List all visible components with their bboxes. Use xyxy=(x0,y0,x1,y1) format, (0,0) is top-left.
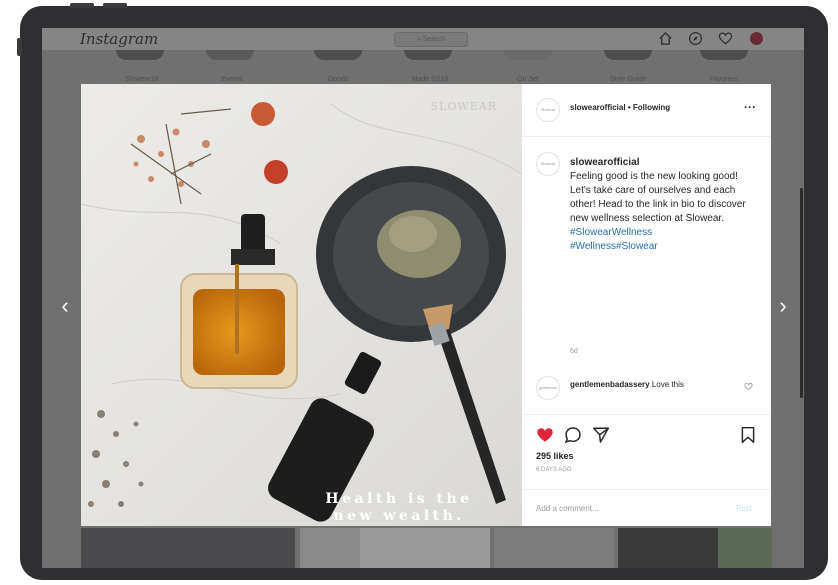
grid-thumbnail[interactable] xyxy=(718,528,772,568)
likes-count[interactable]: 295 likes xyxy=(536,451,574,461)
account-name[interactable]: slowearofficial xyxy=(570,103,626,112)
grid-thumbnail[interactable] xyxy=(618,528,718,568)
post-photo[interactable]: SLOWEAR Health is the new wealth. xyxy=(81,84,522,526)
caption-text: Feeling good is the new looking good! Le… xyxy=(570,171,746,224)
story-name: Made SS18 xyxy=(411,76,449,83)
post-actions: 295 likes 6 DAYS AGO xyxy=(522,414,771,485)
send-icon[interactable] xyxy=(592,426,610,444)
hashtag-link[interactable]: #SlowearWellness xyxy=(570,226,756,240)
post-caption: slowearofficial Feeling good is the new … xyxy=(570,156,756,254)
following-label[interactable]: Following xyxy=(633,103,670,112)
caption-username[interactable]: slowearofficial xyxy=(570,156,756,170)
photo-text-line-1: Health is the xyxy=(325,491,472,507)
story-name: Events xyxy=(221,76,243,83)
story-avatar[interactable] xyxy=(116,50,164,60)
comment-username[interactable]: gentlemenbadassery xyxy=(570,380,650,389)
story-avatar[interactable] xyxy=(404,50,452,60)
caption-avatar[interactable]: Slowear xyxy=(536,152,560,176)
tablet-side-button xyxy=(17,38,22,56)
separator-dot: • xyxy=(627,103,631,112)
account-avatar[interactable]: Slowear xyxy=(536,98,560,122)
compass-icon[interactable] xyxy=(688,31,703,46)
story-avatar[interactable] xyxy=(700,50,748,60)
search-placeholder: Search xyxy=(422,36,446,43)
chevron-left-icon[interactable]: ‹ xyxy=(56,294,74,318)
scrollbar[interactable] xyxy=(800,188,803,398)
comment-like-icon[interactable] xyxy=(744,382,753,391)
grid-thumbnail[interactable] xyxy=(360,528,490,568)
tablet-volume-button xyxy=(70,3,94,8)
instagram-header: Instagram ⌕ Search xyxy=(42,28,804,50)
grid-thumbnail[interactable] xyxy=(300,528,360,568)
post-side-panel: Slowear slowearofficial • Following ··· … xyxy=(522,84,771,526)
comment-avatar[interactable]: gentlemen xyxy=(536,376,560,400)
story-avatar[interactable] xyxy=(206,50,254,60)
story-name: On Set xyxy=(517,76,539,83)
heart-icon[interactable] xyxy=(718,31,733,46)
avatar-logo-text: gentlemen xyxy=(538,385,558,390)
post-comment-button[interactable]: Post xyxy=(736,504,752,513)
story-name: Slowear18 xyxy=(125,76,159,83)
more-options-icon[interactable]: ··· xyxy=(744,100,756,114)
avatar-logo-text: Slowear xyxy=(540,107,556,112)
heart-filled-icon[interactable] xyxy=(536,426,554,444)
avatar-logo-text: Slowear xyxy=(540,161,556,166)
bookmark-icon[interactable] xyxy=(740,426,756,444)
search-input[interactable]: ⌕ Search xyxy=(394,32,468,47)
comment-icon[interactable] xyxy=(564,426,582,444)
post-modal: SLOWEAR Health is the new wealth. Slowea… xyxy=(81,84,771,526)
tablet-volume-button xyxy=(103,3,127,8)
instagram-logo[interactable]: Instagram xyxy=(80,30,158,48)
grid-thumbnail[interactable] xyxy=(81,528,295,568)
story-avatar[interactable] xyxy=(504,50,552,60)
avatar[interactable] xyxy=(750,32,763,45)
add-comment-bar: Add a comment... Post xyxy=(522,489,771,527)
story-name: Style Guide xyxy=(609,76,647,83)
post-image: SLOWEAR Health is the new wealth. xyxy=(81,84,522,526)
photo-watermark: SLOWEAR xyxy=(431,100,497,113)
story-name: Favorites xyxy=(709,76,739,83)
hashtag-link[interactable]: #Wellness#Slowear xyxy=(570,240,756,254)
screen: Instagram ⌕ Search Slowear18 Events Good… xyxy=(42,28,804,568)
post-header: Slowear slowearofficial • Following ··· xyxy=(522,84,771,137)
photo-text-line-2: new wealth. xyxy=(333,508,464,524)
comment-text: Love this xyxy=(651,380,684,389)
post-time: 6 DAYS AGO xyxy=(536,467,572,473)
grid-thumbnail[interactable] xyxy=(494,528,614,568)
caption-age: 6d xyxy=(570,348,578,355)
home-icon[interactable] xyxy=(658,31,673,46)
add-comment-input[interactable]: Add a comment... xyxy=(536,504,599,513)
story-name: Goods xyxy=(327,76,349,83)
story-avatar[interactable] xyxy=(314,50,362,60)
story-avatar[interactable] xyxy=(604,50,652,60)
chevron-right-icon[interactable]: › xyxy=(774,294,792,318)
